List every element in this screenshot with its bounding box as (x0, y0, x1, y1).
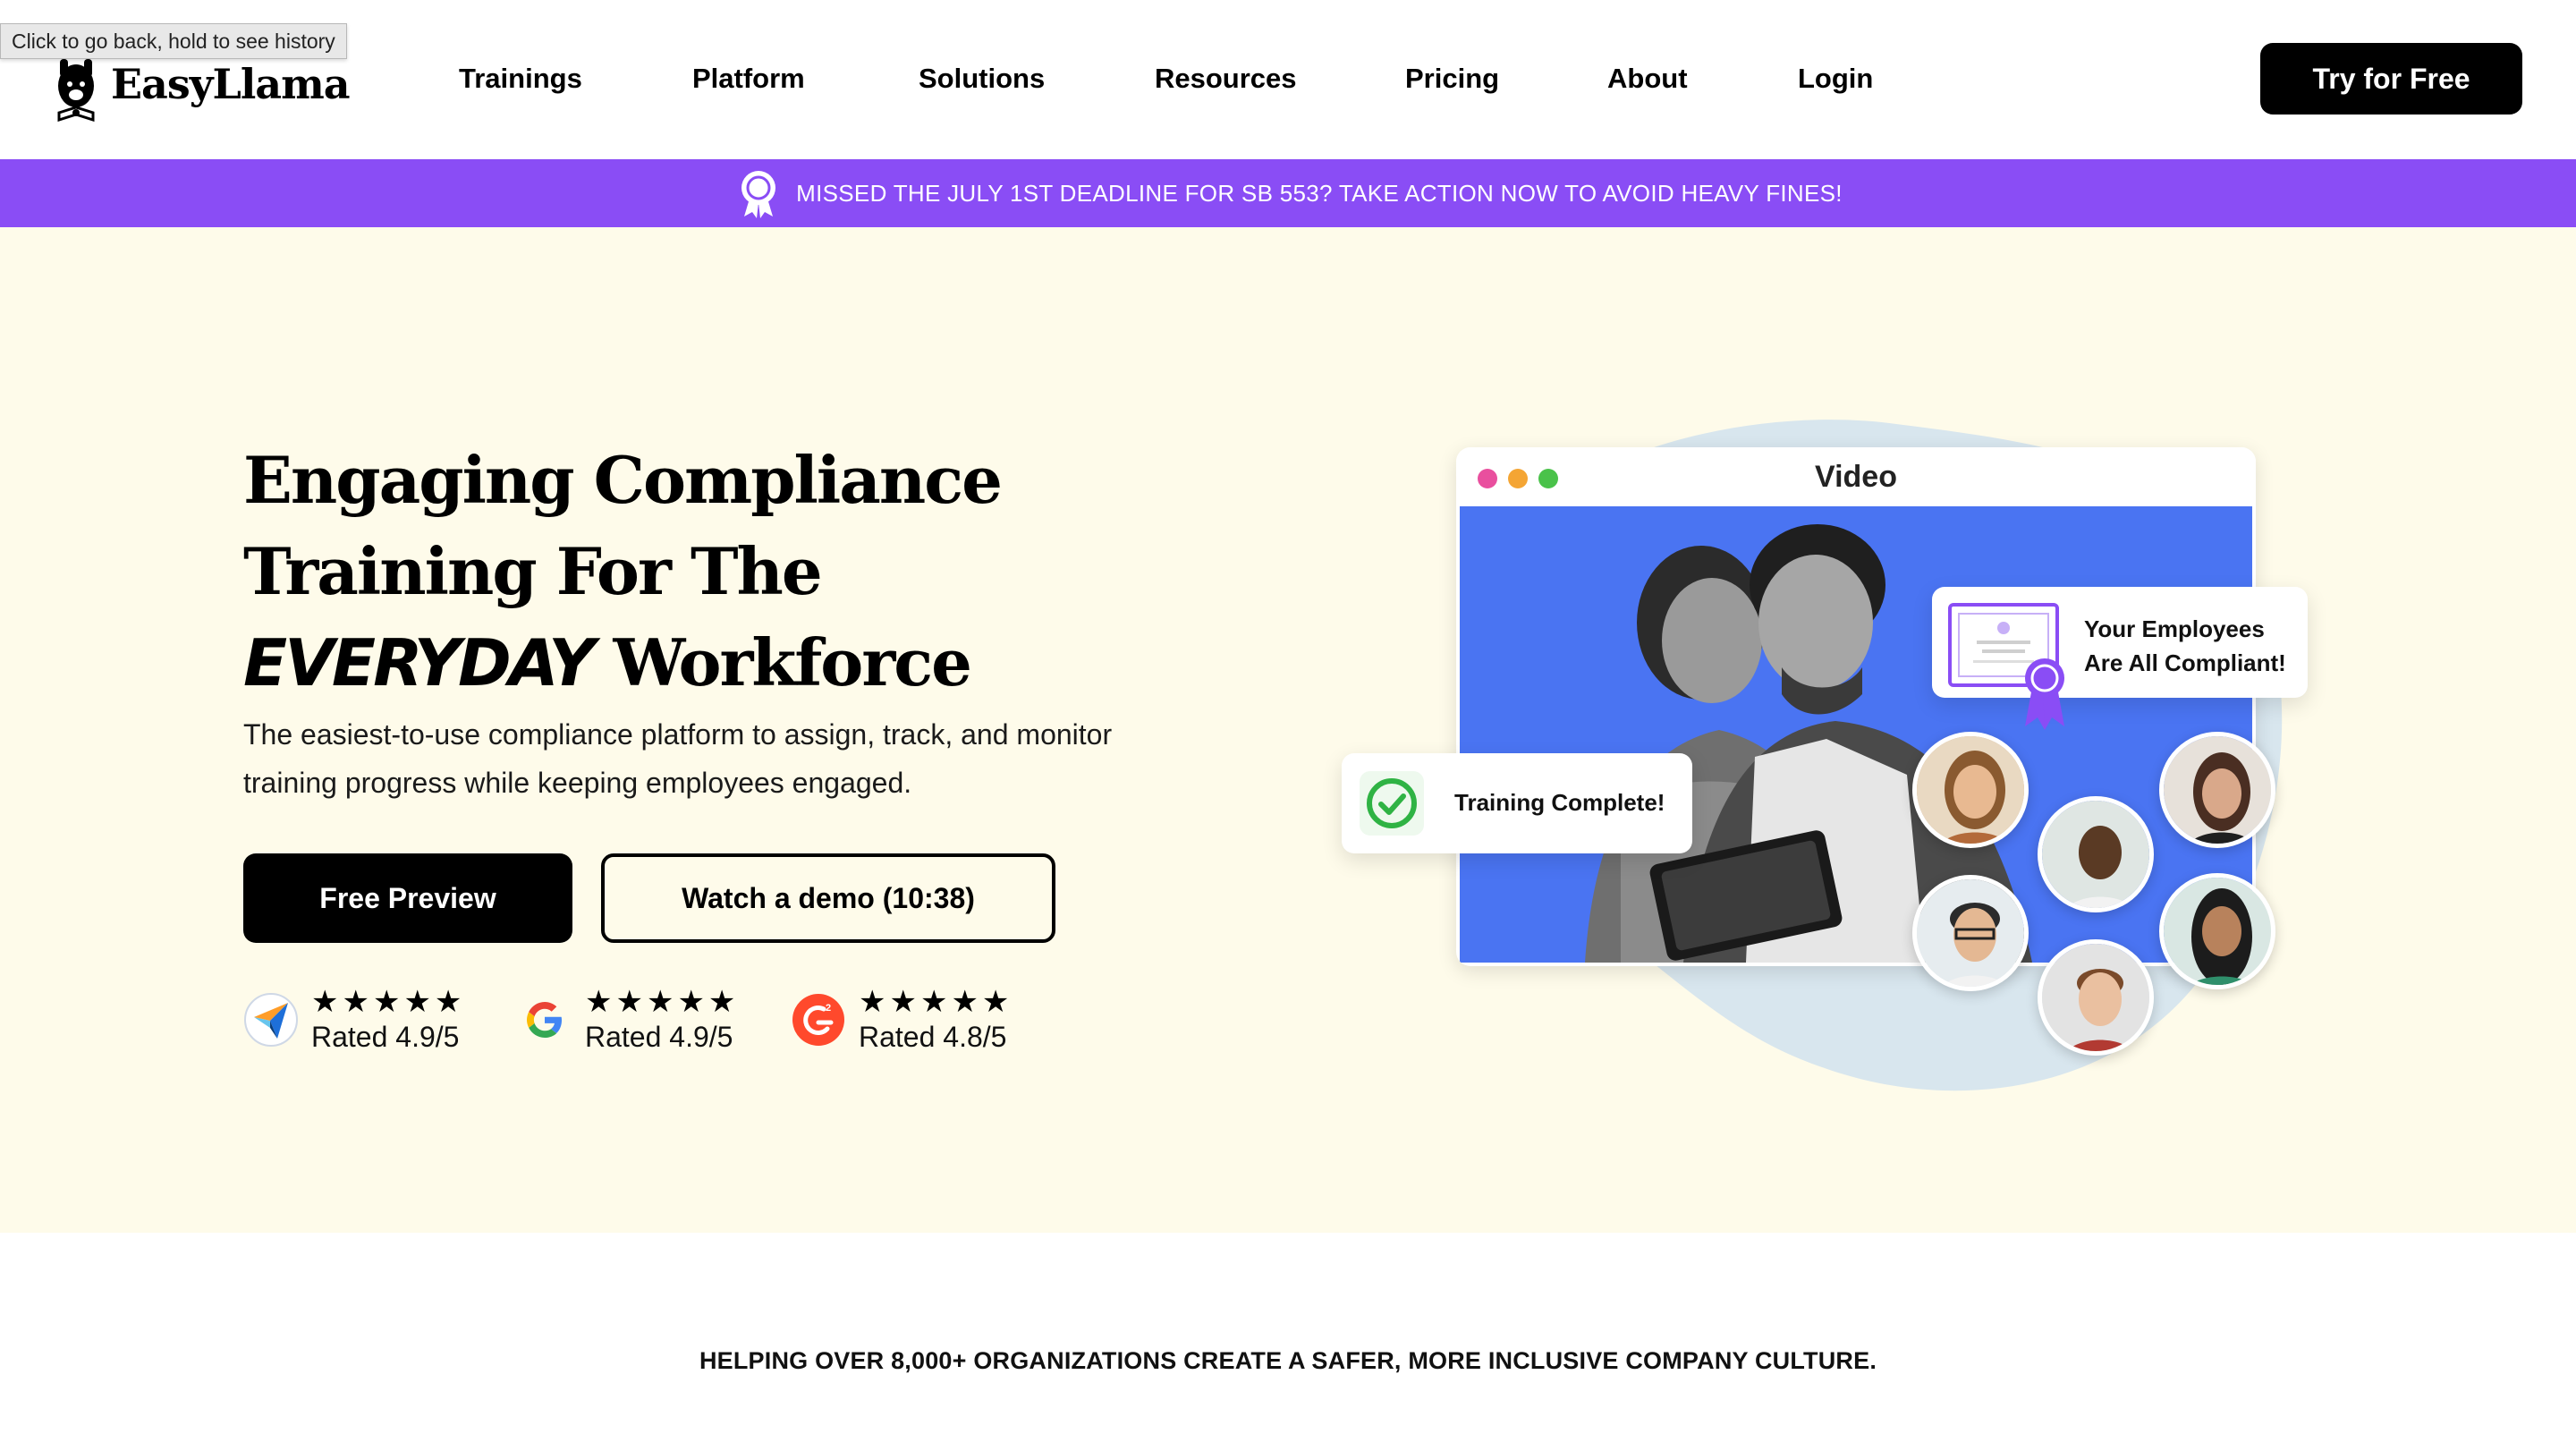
avatar-man-glasses (1912, 875, 2029, 991)
rating-info: ★★★★★ Rated 4.9/5 (585, 985, 739, 1055)
check-circle-icon (1360, 771, 1424, 836)
headline-line-2: Training For The (243, 533, 823, 609)
star-rating: ★★★★★ (311, 985, 466, 1019)
rating-info: ★★★★★ Rated 4.8/5 (859, 985, 1013, 1055)
headline-line-3: EVERYDAY Workforce (243, 617, 1138, 709)
hero-section: Engaging Compliance Training For The EVE… (0, 227, 2576, 1233)
avatar-man-smiling (2038, 796, 2154, 912)
star-rating: ★★★★★ (585, 985, 740, 1019)
rating-text: Rated 4.9/5 (585, 1021, 733, 1053)
social-proof-tagline: HELPING OVER 8,000+ ORGANIZATIONS CREATE… (699, 1347, 1877, 1374)
logo-text: EasyLlama (111, 60, 351, 108)
nav-platform[interactable]: Platform (692, 57, 805, 100)
star-rating: ★★★★★ (859, 985, 1013, 1019)
rating-info: ★★★★★ Rated 4.9/5 (311, 985, 465, 1055)
promo-banner[interactable]: MISSED THE JULY 1ST DEADLINE FOR SB 553?… (0, 159, 2576, 227)
watch-demo-button[interactable]: Watch a demo (10:38) (601, 853, 1055, 943)
hero-headline: Engaging Compliance Training For The EVE… (243, 435, 1138, 709)
headline-line-3-rest: Workforce (592, 624, 971, 700)
site-header: EasyLlama Trainings Platform Solutions R… (0, 0, 2576, 159)
window-title: Video (1815, 460, 1897, 494)
banner-text: MISSED THE JULY 1ST DEADLINE FOR SB 553?… (796, 179, 1843, 207)
rating-text: Rated 4.8/5 (859, 1021, 1007, 1053)
award-ribbon-icon (741, 171, 776, 218)
training-complete-text: Training Complete! (1454, 789, 1665, 816)
compliance-card: Your Employees Are All Compliant! (1932, 587, 2308, 730)
rating-capterra: ★★★★★ Rated 4.9/5 (243, 984, 465, 1056)
headline-emphasis: EVERYDAY (243, 625, 595, 700)
compliance-line-2: Are All Compliant! (2084, 649, 2286, 676)
google-icon (517, 992, 572, 1048)
compliance-line-1: Your Employees (2084, 615, 2265, 642)
rating-google: ★★★★★ Rated 4.9/5 (517, 984, 739, 1056)
avatar-woman-glasses (1912, 732, 2029, 848)
free-preview-button[interactable]: Free Preview (243, 853, 572, 943)
headline-line-1: Engaging Compliance (243, 442, 1003, 518)
avatar-woman-dark-hair (2159, 732, 2275, 848)
rating-text: Rated 4.9/5 (311, 1021, 460, 1053)
nav-about[interactable]: About (1607, 57, 1688, 100)
capterra-icon (243, 992, 299, 1048)
hero-subtext: The easiest-to-use compliance platform t… (243, 718, 1113, 799)
nav-pricing[interactable]: Pricing (1405, 57, 1499, 100)
compliance-card-text: Your Employees Are All Compliant! (2084, 612, 2286, 680)
certificate-icon (1948, 603, 2064, 730)
try-for-free-button[interactable]: Try for Free (2260, 43, 2522, 115)
avatar-woman-long-hair (2159, 873, 2275, 989)
window-titlebar: Video (1456, 447, 2256, 506)
nav-trainings[interactable]: Trainings (459, 57, 582, 100)
avatar-man-beard (2038, 939, 2154, 1056)
nav-resources[interactable]: Resources (1155, 57, 1297, 100)
back-button-tooltip: Click to go back, hold to see history (0, 23, 347, 59)
rating-g2: 2 ★★★★★ Rated 4.8/5 (791, 984, 1013, 1056)
g2-icon: 2 (791, 992, 846, 1048)
training-complete-card: Training Complete! (1342, 753, 1692, 853)
svg-text:2: 2 (826, 1003, 831, 1014)
nav-login[interactable]: Login (1798, 57, 1873, 100)
nav-solutions[interactable]: Solutions (919, 57, 1045, 100)
